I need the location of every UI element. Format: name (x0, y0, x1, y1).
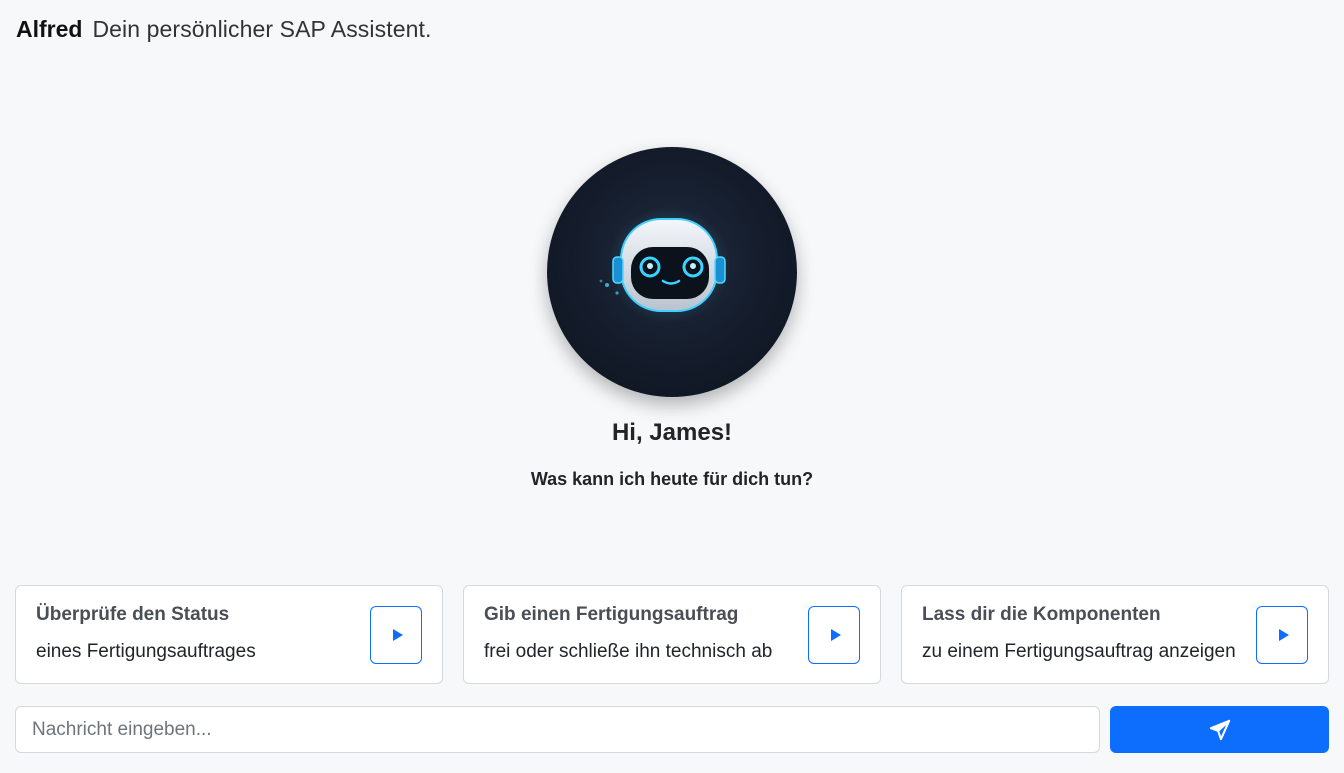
suggestion-card-components[interactable]: Lass dir die Komponenten zu einem Fertig… (901, 585, 1329, 684)
suggestion-subtitle: eines Fertigungsauftrages (36, 641, 256, 662)
app-brand: Alfred (16, 16, 83, 42)
send-icon (1209, 719, 1230, 740)
greeting-question: Was kann ich heute für dich tun? (530, 469, 814, 489)
suggestion-title: Gib einen Fertigungsauftrag (484, 604, 739, 625)
assistant-avatar (547, 147, 797, 397)
play-icon (830, 629, 841, 641)
suggestion-subtitle: frei oder schließe ihn technisch ab (484, 641, 773, 662)
suggestion-subtitle: zu einem Fertigungsauftrag anzeigen (922, 641, 1236, 662)
suggestion-run-button[interactable] (1256, 606, 1308, 664)
app-header: Alfred Dein persönlicher SAP Assistent. (16, 16, 431, 50)
suggestion-run-button[interactable] (808, 606, 860, 664)
app-tagline: Dein persönlicher SAP Assistent. (92, 16, 432, 42)
play-icon (1278, 629, 1289, 641)
suggestion-title: Überprüfe den Status (36, 604, 230, 625)
greeting-title: Hi, James! (611, 419, 733, 446)
suggestion-card-status[interactable]: Überprüfe den Status eines Fertigungsauf… (15, 585, 443, 684)
play-icon (392, 629, 403, 641)
robot-avatar-icon (599, 207, 731, 323)
message-input[interactable] (15, 706, 1100, 753)
suggestion-title: Lass dir die Komponenten (922, 604, 1161, 625)
suggestion-run-button[interactable] (370, 606, 422, 664)
suggestion-card-release[interactable]: Gib einen Fertigungsauftrag frei oder sc… (463, 585, 881, 684)
send-button[interactable] (1110, 706, 1329, 753)
